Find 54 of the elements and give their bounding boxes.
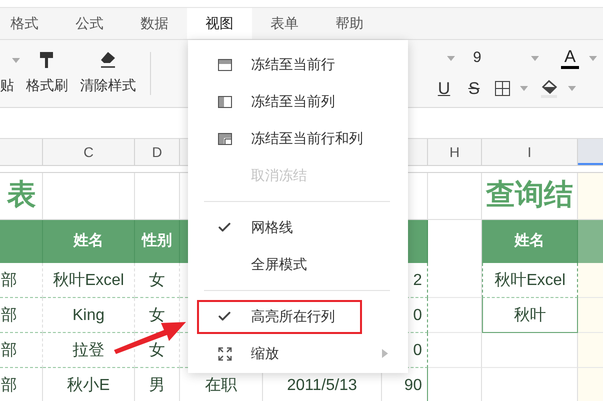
table-cell: 部 [0, 298, 43, 333]
paste-button[interactable]: 贴 [0, 40, 20, 107]
header-cell: 性别 [135, 220, 180, 263]
caret-icon[interactable] [12, 58, 20, 62]
header-cell [0, 220, 43, 263]
caret-icon[interactable] [589, 56, 597, 61]
menu-item[interactable]: 高亮所在行列 [197, 300, 362, 334]
table-cell [428, 263, 482, 298]
table-cell: 秋小E [43, 368, 135, 401]
submenu-arrow-icon [382, 349, 388, 358]
strikethrough-button[interactable]: S [459, 76, 489, 102]
freeze-row-icon [218, 58, 232, 70]
freeze-column-icon [218, 96, 232, 108]
menu-item[interactable]: 冻结至当前行和列 [188, 120, 408, 157]
font-size-field[interactable]: 9 [473, 47, 531, 70]
table-cell: King [43, 298, 135, 333]
fill-color-icon[interactable] [540, 80, 558, 98]
column-header[interactable]: D [135, 139, 180, 165]
table-cell: 部 [0, 333, 43, 368]
freeze-grid-icon [218, 132, 232, 144]
menu-item[interactable]: 冻结至当前列 [188, 83, 408, 120]
table-cell: 秋叶Excel [43, 263, 135, 298]
table-cell: 女 [135, 263, 180, 298]
table-cell [428, 298, 482, 333]
menu-tab[interactable]: 数据 [122, 8, 187, 39]
menu-tab[interactable]: 公式 [57, 8, 122, 39]
underline-button[interactable]: U [429, 76, 459, 102]
caret-icon[interactable] [447, 56, 455, 61]
column-header[interactable]: H [428, 139, 482, 165]
format-painter-button[interactable]: 格式刷 [20, 40, 74, 107]
column-header[interactable]: C [43, 139, 135, 165]
menu-item: 取消冻结 [250, 166, 308, 185]
paint-roller-icon [39, 51, 55, 69]
table-cell: 部 [0, 368, 43, 401]
caret-icon[interactable] [520, 86, 528, 91]
caret-icon[interactable] [568, 86, 576, 91]
borders-icon[interactable] [495, 81, 510, 96]
expand-icon [218, 346, 232, 360]
menu-tab[interactable]: 格式 [0, 8, 57, 39]
menu-tab[interactable]: 帮助 [317, 8, 382, 39]
sheet-title: 表 [0, 173, 43, 219]
menu-item[interactable]: 网格线 [188, 209, 408, 246]
table-cell [428, 333, 482, 368]
header-cell: 姓名 [482, 220, 578, 263]
clear-format-button[interactable]: 清除样式 [74, 40, 142, 107]
eraser-icon [99, 51, 117, 69]
menu-tab[interactable]: 视图 [187, 8, 252, 39]
caret-icon[interactable] [531, 56, 539, 61]
table-cell: 男 [135, 368, 180, 401]
menu-tab[interactable]: 表单 [252, 8, 317, 39]
menu-item[interactable]: 冻结至当前行 [188, 46, 408, 83]
text-color-button[interactable]: A [561, 48, 579, 69]
table-cell: 部 [0, 263, 43, 298]
header-cell: 姓名 [43, 220, 135, 263]
